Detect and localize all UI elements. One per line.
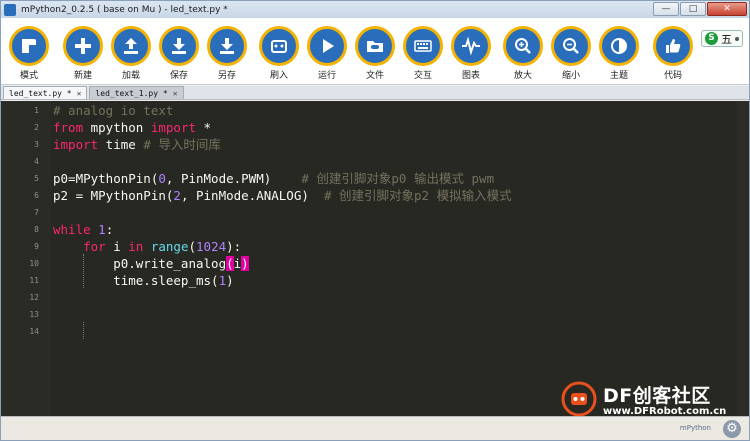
dfrobot-logo-icon — [561, 381, 597, 417]
close-tab-icon[interactable]: ✕ — [77, 89, 82, 98]
plotter-button[interactable]: 图表 — [449, 26, 493, 81]
minimize-button[interactable]: — — [653, 2, 679, 16]
zoom-in-button[interactable]: 放大 — [501, 26, 545, 81]
repl-label: 交互 — [413, 71, 432, 81]
maximize-button[interactable]: □ — [680, 2, 706, 16]
new-button[interactable]: 新建 — [61, 26, 105, 81]
dfrobot-watermark: DF创客社区 www.DFRobot.com.cn — [561, 379, 750, 419]
mode-indicator: mPython — [679, 424, 711, 432]
repl-button[interactable]: 交互 — [401, 26, 445, 81]
ime-mode-text: 五 — [721, 32, 732, 46]
code-line-3: import time # 导入时间库 — [53, 137, 221, 152]
code-line-9: for i in range(1024): — [83, 239, 242, 254]
zoom-out-button[interactable]: 缩小 — [549, 26, 593, 81]
tab-bar: led_text.py * ✕ led_text_1.py * ✕ — [1, 86, 749, 100]
vertical-scrollbar[interactable] — [737, 101, 749, 416]
code-editor[interactable]: 1 2 3 4 5 6 7 8 9 10 11 12 13 14 # analo… — [1, 101, 750, 419]
matched-paren: ( — [226, 256, 234, 271]
line-number: 5 — [34, 174, 39, 183]
zoom-out-label: 缩小 — [561, 71, 580, 81]
code-line-6: p2 = MPythonPin(2, PinMode.ANALOG) # 创建引… — [53, 188, 512, 203]
line-number: 3 — [34, 140, 39, 149]
theme-icon — [599, 26, 639, 66]
keyboard-icon — [403, 26, 443, 66]
download-icon — [159, 26, 199, 66]
indent-guide — [83, 322, 84, 339]
line-number: 9 — [34, 242, 39, 251]
folder-icon — [355, 26, 395, 66]
line-number: 7 — [34, 208, 39, 217]
line-number: 10 — [29, 259, 39, 268]
ime-dot-icon — [735, 36, 739, 41]
load-label: 加载 — [121, 71, 140, 81]
line-number-gutter: 1 2 3 4 5 6 7 8 9 10 11 12 13 14 — [1, 101, 51, 416]
check-code-label: 代码 — [663, 71, 682, 81]
line-number: 1 — [34, 106, 39, 115]
title-bar: mPython2_0.2.5 ( base on Mu ) - led_text… — [1, 1, 749, 18]
code-line-11: time.sleep_ms(1) — [53, 273, 234, 288]
code-line-10: p0.write_analog(i) — [53, 256, 249, 271]
close-tab-icon[interactable]: ✕ — [173, 89, 178, 98]
run-button[interactable]: 运行 — [305, 26, 349, 81]
tab-led-text[interactable]: led_text.py * ✕ — [3, 86, 88, 99]
save-as-icon — [207, 26, 247, 66]
zoom-in-icon — [503, 26, 543, 66]
plus-icon — [63, 26, 103, 66]
mode-label: 模式 — [19, 71, 38, 81]
new-label: 新建 — [73, 71, 92, 81]
board-icon — [259, 26, 299, 66]
run-label: 运行 — [317, 71, 336, 81]
line-number: 12 — [29, 293, 39, 302]
zoom-out-icon — [551, 26, 591, 66]
zoom-in-label: 放大 — [513, 71, 532, 81]
ime-indicator[interactable]: S 五 — [701, 30, 743, 47]
tab-led-text-1[interactable]: led_text_1.py * ✕ — [89, 86, 184, 99]
code-line-8: while 1: — [53, 222, 114, 237]
window-controls: — □ ✕ — [653, 2, 747, 16]
flash-label: 刷入 — [269, 71, 288, 81]
code-line-2: from mpython import * — [53, 120, 212, 135]
theme-label: 主题 — [609, 71, 628, 81]
play-icon — [307, 26, 347, 66]
close-button[interactable]: ✕ — [707, 2, 747, 16]
status-bar: mPython ⚙ — [1, 416, 749, 440]
code-line-5: p0=MPythonPin(0, PinMode.PWM) # 创建引脚对象p0… — [53, 171, 495, 186]
line-number: 13 — [29, 310, 39, 319]
files-label: 文件 — [365, 71, 384, 81]
pulse-icon — [451, 26, 491, 66]
watermark-title: DF创客社区 — [603, 385, 711, 407]
check-code-button[interactable]: 代码 — [651, 26, 695, 81]
line-number: 14 — [29, 327, 39, 336]
app-window: mPython2_0.2.5 ( base on Mu ) - led_text… — [0, 0, 750, 441]
thumbs-up-icon — [653, 26, 693, 66]
theme-button[interactable]: 主题 — [597, 26, 641, 81]
line-number: 4 — [34, 157, 39, 166]
line-number: 6 — [34, 191, 39, 200]
plotter-label: 图表 — [461, 71, 480, 81]
ime-logo-icon: S — [705, 32, 718, 45]
tab-label: led_text_1.py * — [95, 88, 168, 98]
window-title: mPython2_0.2.5 ( base on Mu ) - led_text… — [21, 4, 228, 15]
files-button[interactable]: 文件 — [353, 26, 397, 81]
save-as-button[interactable]: 另存 — [205, 26, 249, 81]
gear-icon[interactable]: ⚙ — [723, 420, 741, 438]
mode-button[interactable]: 模式 — [7, 26, 51, 81]
flash-button[interactable]: 刷入 — [257, 26, 301, 81]
upload-icon — [111, 26, 151, 66]
app-icon — [4, 3, 16, 16]
main-toolbar: 模式 新建 加载 保存 另存 刷入 运行 文件 交互 图表 放大 缩小 主题 代… — [1, 18, 749, 85]
tab-label: led_text.py * — [9, 88, 72, 98]
code-line-1: # analog io text — [53, 103, 174, 118]
save-label: 保存 — [169, 71, 188, 81]
matched-paren: ) — [241, 256, 249, 271]
save-button[interactable]: 保存 — [157, 26, 201, 81]
line-number: 2 — [34, 123, 39, 132]
line-number: 8 — [34, 225, 39, 234]
mode-icon — [9, 26, 49, 66]
line-number: 11 — [29, 276, 39, 285]
load-button[interactable]: 加载 — [109, 26, 153, 81]
save-as-label: 另存 — [217, 71, 236, 81]
